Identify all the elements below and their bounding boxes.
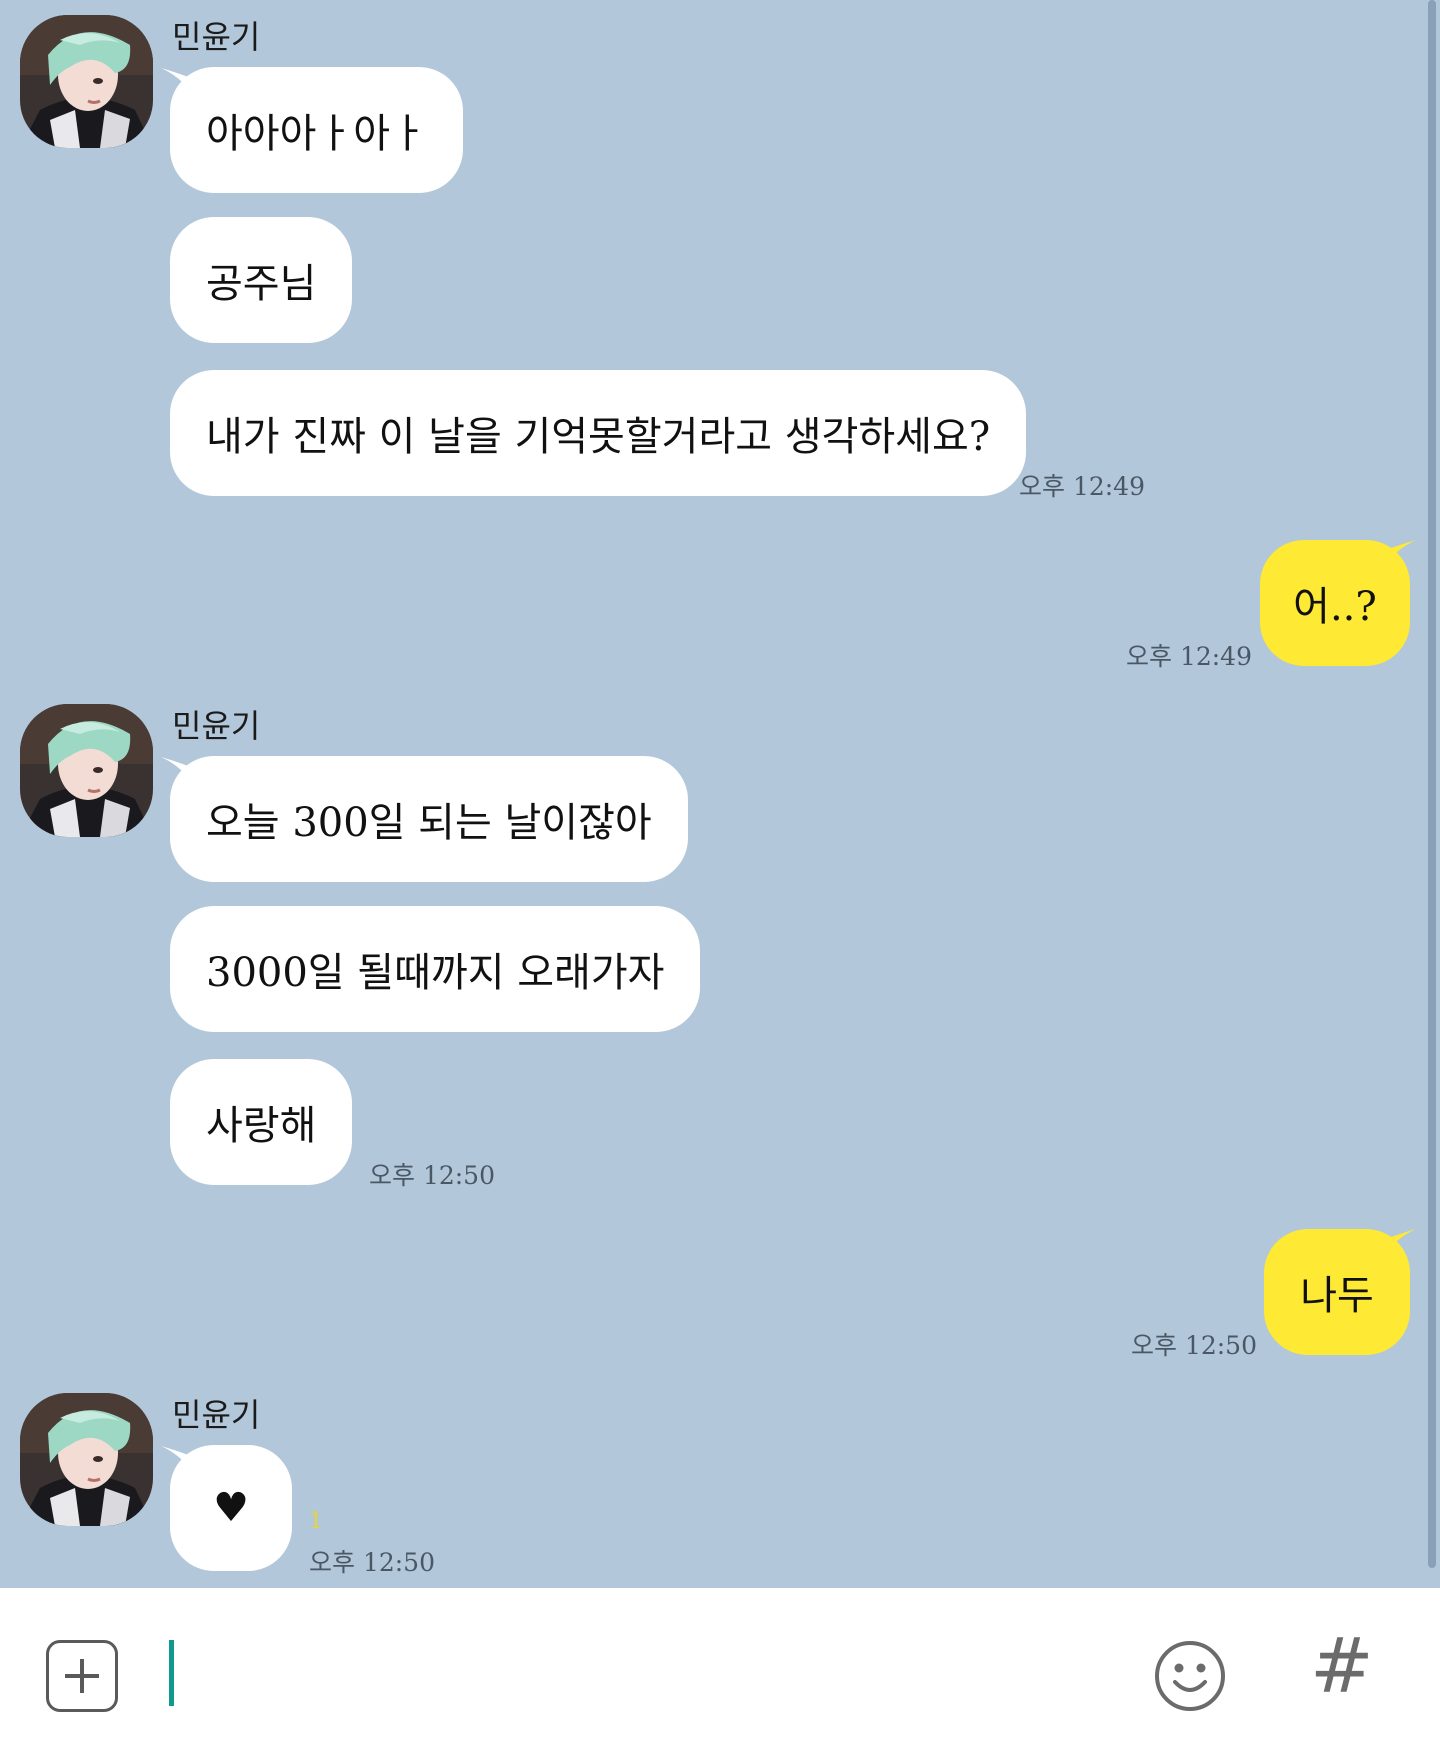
contact-avatar[interactable] [20, 15, 153, 148]
chat-area[interactable]: 민윤기 아아아ㅏ아ㅏ 공주님 내가 진짜 이 날을 기억못할거라고 생각하세요?… [0, 0, 1440, 1588]
message-text: 아아아ㅏ아ㅏ [206, 111, 427, 157]
incoming-message-bubble[interactable]: 아아아ㅏ아ㅏ [170, 67, 463, 193]
message-text: 공주님 [206, 261, 317, 307]
incoming-message-bubble[interactable]: 사랑해 [170, 1059, 353, 1185]
heart-message-text: ♥ [213, 1485, 249, 1531]
message-timestamp: 오후 12:50 [309, 1548, 435, 1577]
sender-name: 민윤기 [172, 1396, 261, 1434]
message-text: 어..? [1293, 584, 1377, 630]
bubble-tail [1386, 540, 1416, 564]
incoming-message-bubble[interactable]: 공주님 [170, 217, 353, 343]
incoming-message-bubble[interactable]: 내가 진짜 이 날을 기억못할거라고 생각하세요? [170, 370, 1027, 496]
smiley-icon[interactable] [1154, 1640, 1226, 1712]
sender-name: 민윤기 [172, 18, 261, 56]
incoming-message-bubble[interactable]: 3000일 될때까지 오래가자 [170, 906, 701, 1032]
message-text: 내가 진짜 이 날을 기억못할거라고 생각하세요? [206, 414, 991, 460]
plus-square-icon[interactable] [46, 1640, 118, 1712]
incoming-message-bubble[interactable]: ♥ [170, 1445, 292, 1571]
bubble-tail [1386, 1229, 1416, 1253]
message-text: 사랑해 [206, 1103, 317, 1149]
sender-name: 민윤기 [172, 707, 261, 745]
hash-icon[interactable]: # [1310, 1628, 1374, 1704]
message-input-field[interactable] [169, 1640, 174, 1706]
message-text: 오늘 300일 되는 날이잖아 [206, 800, 652, 846]
contact-avatar[interactable] [20, 1393, 153, 1526]
message-text: 3000일 될때까지 오래가자 [206, 950, 665, 996]
message-timestamp: 오후 12:49 [1126, 642, 1252, 671]
message-timestamp: 오후 12:50 [369, 1161, 495, 1190]
contact-avatar[interactable] [20, 704, 153, 837]
message-timestamp: 오후 12:50 [1131, 1331, 1257, 1360]
message-text: 나두 [1300, 1273, 1374, 1319]
scrollbar[interactable] [1428, 0, 1436, 1568]
incoming-message-bubble[interactable]: 오늘 300일 되는 날이잖아 [170, 756, 688, 882]
unread-count: 1 [309, 1509, 323, 1534]
message-timestamp: 오후 12:49 [1019, 472, 1145, 501]
message-input-bar: # [0, 1588, 1440, 1755]
